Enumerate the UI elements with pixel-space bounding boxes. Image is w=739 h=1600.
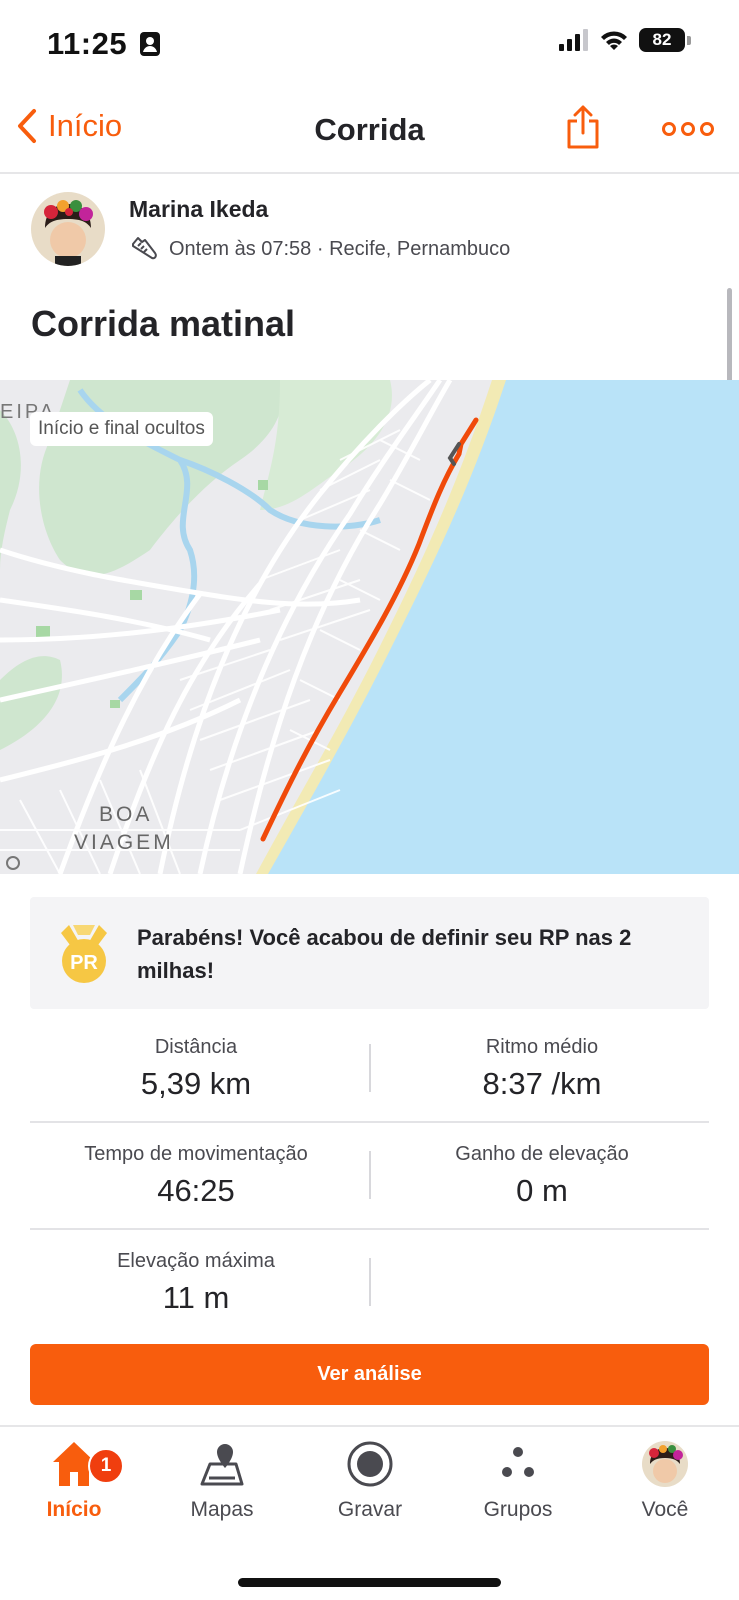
map-icon [200,1444,244,1486]
navigation-bar: Início Corrida [0,86,739,174]
stat-label-moving-time: Tempo de movimentação [84,1143,308,1165]
map-label-district-2: VIAGEM [74,831,174,854]
pr-medal-icon: PR [57,923,111,990]
privacy-chip: Início e final ocultos [30,412,213,446]
activity-meta: Ontem às 07:58 · Recife, Pernambuco [129,234,510,264]
athlete-avatar[interactable] [31,192,105,266]
map-canvas: EIPA BOA VIAGEM [0,380,739,874]
status-time: 11:25 [47,26,161,62]
home-indicator[interactable] [238,1578,501,1587]
stat-label-max-elevation: Elevação máxima [117,1250,275,1272]
battery-level: 82 [639,28,685,52]
stat-value-pace: 8:37 /km [482,1066,602,1101]
stat-value-moving-time: 46:25 [157,1173,235,1208]
map-label-district-1: BOA [99,803,152,826]
stat-value-elevation-gain: 0 m [516,1173,568,1208]
stat-label-distance: Distância [154,1036,238,1058]
avatar-image [31,192,105,266]
page-title: Corrida [314,112,425,147]
view-analysis-button[interactable]: Ver análise [30,1344,709,1405]
tab-home[interactable]: Início [0,1440,148,1522]
contact-card-icon [140,32,161,56]
stat-row-divider [30,1121,709,1123]
running-shoe-icon [132,237,157,260]
stat-value-distance: 5,39 km [140,1066,252,1101]
tab-label: Grupos [483,1498,553,1521]
stat-label-elevation-gain: Ganho de elevação [455,1143,629,1165]
stat-divider [369,1151,371,1199]
share-icon [567,105,599,149]
share-button[interactable] [566,104,600,155]
tab-label: Mapas [190,1498,254,1521]
stat-divider [369,1258,371,1306]
tab-record[interactable]: Gravar [296,1440,444,1522]
stat-divider [369,1044,371,1092]
tab-bar-divider [0,1425,739,1427]
avatar [642,1441,688,1487]
more-icon [662,122,676,136]
tab-groups[interactable]: Grupos [444,1440,592,1522]
tab-label: Você [641,1498,689,1521]
cellular-signal-icon [559,29,588,51]
battery-indicator: 82 [639,28,691,52]
athlete-name[interactable]: Marina Ikeda [129,196,268,223]
pr-message: Parabéns! Você acabou de definir seu RP … [137,925,632,983]
stat-row-divider [30,1228,709,1230]
tab-label: Início [46,1498,102,1521]
status-icons: 82 [559,28,691,52]
stat-value-max-elevation: 11 m [162,1280,230,1315]
groups-icon [502,1447,534,1477]
tab-label: Gravar [337,1498,403,1521]
notification-badge: 1 [88,1448,124,1484]
record-icon [347,1441,393,1487]
tab-you[interactable]: Você [591,1440,739,1522]
more-options-button[interactable] [662,122,714,136]
activity-title[interactable]: Corrida matinal [31,303,295,345]
wifi-icon [601,31,627,50]
pr-badge-text: PR [70,952,98,974]
stat-label-pace: Ritmo médio [485,1036,599,1058]
tab-maps[interactable]: Mapas [148,1440,296,1522]
route-map[interactable]: EIPA BOA VIAGEM [0,380,739,874]
activity-meta-text: Ontem às 07:58 · Recife, Pernambuco [169,237,511,260]
